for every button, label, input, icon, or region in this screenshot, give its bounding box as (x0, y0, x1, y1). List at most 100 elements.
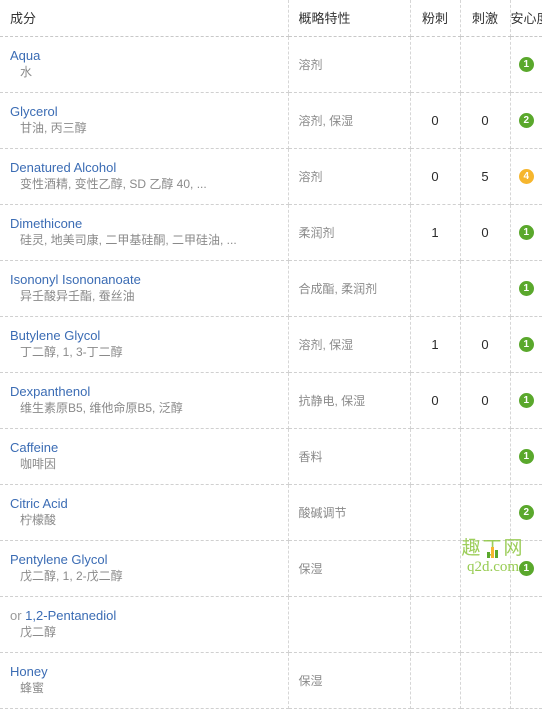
ingredient-name-en: Caffeine (10, 440, 59, 455)
ingredient-name-link[interactable]: Dexpanthenol (10, 383, 288, 400)
ingredient-name-en: Butylene Glycol (10, 328, 101, 343)
table-row: Dimethicone 硅灵, 地美司康, 二甲基硅酮, 二甲硅油, ... 柔润剂… (0, 204, 542, 261)
safety-rating-cell: 1 (510, 428, 542, 485)
ingredient-properties-cell: 保湿 (288, 540, 411, 597)
safety-rating-cell: 1 (510, 372, 542, 429)
table-header: 成分 概略特性 粉刺 刺激 安心度 (0, 0, 542, 37)
acne-rating-cell: 0 (410, 92, 461, 149)
ingredient-properties-cell: 合成酯, 柔润剂 (288, 260, 411, 317)
irritant-rating-cell: 0 (460, 372, 511, 429)
ingredient-name-cell: Denatured Alcohol 变性酒精, 变性乙醇, SD 乙醇 40, .… (0, 148, 289, 205)
irritant-rating-cell (460, 260, 511, 317)
safety-rating-cell: 4 (510, 148, 542, 205)
column-header-safety: 安心度 (510, 0, 542, 37)
irritant-rating-cell (460, 540, 511, 597)
table-row: Isononyl Isononanoate 异壬酸异壬酯, 蚕丝油 合成酯, 柔润剂… (0, 260, 542, 317)
ingredient-name-link[interactable]: Denatured Alcohol (10, 159, 288, 176)
table-row: or 1,2-Pentanediol 戊二醇 (0, 596, 542, 653)
safety-rating-cell: 1 (510, 260, 542, 317)
irritant-rating-cell (460, 484, 511, 541)
safety-rating-cell: 2 (510, 92, 542, 149)
table-row: Aqua 水 溶剂 1 (0, 36, 542, 93)
ingredient-name-link[interactable]: Dimethicone (10, 215, 288, 232)
ingredient-alias-prefix: or (10, 608, 26, 623)
ingredient-name-en: Dexpanthenol (10, 384, 91, 399)
ingredient-name-en: Isononyl Isononanoate (10, 272, 141, 287)
ingredient-name-en: Dimethicone (10, 216, 83, 231)
column-header-props: 概略特性 (288, 0, 411, 37)
ingredient-name-zh: 蜂蜜 (20, 681, 45, 695)
ingredient-name-zh: 水 (20, 65, 33, 79)
column-header-irritant: 刺激 (460, 0, 511, 37)
ingredient-properties-cell: 溶剂, 保湿 (288, 92, 411, 149)
ingredient-name-cell: Aqua 水 (0, 36, 289, 93)
irritant-rating-cell (460, 36, 511, 93)
acne-rating-cell (410, 36, 461, 93)
table-body: Aqua 水溶剂 1 Glycerol 甘油, 丙三醇 溶剂, 保湿 0 0 2 Denature… (0, 36, 542, 709)
safety-rating-cell (510, 596, 542, 653)
acne-rating-cell (410, 596, 461, 653)
ingredient-name-zh: 维生素原B5, 维他命原B5, 泛醇 (20, 401, 183, 415)
acne-rating-cell: 0 (410, 372, 461, 429)
ingredient-name-zh: 咖啡因 (20, 457, 57, 471)
ingredient-name-cell: Pentylene Glycol 戊二醇, 1, 2-戊二醇 (0, 540, 289, 597)
acne-rating-cell (410, 652, 461, 709)
ingredient-name-en: Honey (10, 664, 48, 679)
irritant-rating-cell (460, 652, 511, 709)
ingredient-name-link[interactable]: Butylene Glycol (10, 327, 288, 344)
safety-badge: 1 (518, 448, 534, 464)
ingredient-properties-cell (288, 596, 411, 653)
table-header-row: 成分 概略特性 粉刺 刺激 安心度 (0, 0, 542, 37)
irritant-rating-cell: 0 (460, 204, 511, 261)
ingredient-name-zh: 柠檬酸 (20, 513, 57, 527)
ingredient-name-cell: Dimethicone 硅灵, 地美司康, 二甲基硅酮, 二甲硅油, ... (0, 204, 289, 261)
acne-rating-cell: 1 (410, 316, 461, 373)
ingredient-properties-cell: 保湿 (288, 652, 411, 709)
safety-rating-cell: 2 (510, 484, 542, 541)
ingredient-name-en: Pentylene Glycol (10, 552, 108, 567)
safety-badge: 1 (518, 560, 534, 576)
safety-badge: 1 (518, 336, 534, 352)
ingredient-name-cell: Isononyl Isononanoate 异壬酸异壬酯, 蚕丝油 (0, 260, 289, 317)
ingredient-properties-cell: 溶剂 (288, 148, 411, 205)
ingredient-name-link[interactable]: Glycerol (10, 103, 288, 120)
ingredient-name-link[interactable]: or 1,2-Pentanediol (10, 607, 288, 624)
ingredient-name-zh: 甘油, 丙三醇 (20, 121, 87, 135)
safety-rating-cell: 1 (510, 204, 542, 261)
safety-rating-cell: 1 (510, 540, 542, 597)
safety-rating-cell (510, 652, 542, 709)
ingredient-name-link[interactable]: Pentylene Glycol (10, 551, 288, 568)
acne-rating-cell: 1 (410, 204, 461, 261)
ingredient-name-cell: Caffeine 咖啡因 (0, 428, 289, 485)
ingredient-name-link[interactable]: Isononyl Isononanoate (10, 271, 288, 288)
ingredient-properties-cell: 酸碱调节 (288, 484, 411, 541)
safety-rating-cell: 1 (510, 316, 542, 373)
ingredient-name-cell: Honey 蜂蜜 (0, 652, 289, 709)
ingredient-name-link[interactable]: Honey (10, 663, 288, 680)
ingredient-name-en: Denatured Alcohol (10, 160, 117, 175)
ingredient-name-zh: 变性酒精, 变性乙醇, SD 乙醇 40, ... (20, 177, 207, 191)
table-row: Pentylene Glycol 戊二醇, 1, 2-戊二醇 保湿 1 (0, 540, 542, 597)
safety-badge: 1 (518, 280, 534, 296)
ingredient-name-en: Citric Acid (10, 496, 68, 511)
safety-badge: 1 (518, 392, 534, 408)
table-row: Dexpanthenol 维生素原B5, 维他命原B5, 泛醇 抗静电, 保湿 0 0 1 (0, 372, 542, 429)
ingredient-name-link[interactable]: Citric Acid (10, 495, 288, 512)
ingredient-name-zh: 戊二醇, 1, 2-戊二醇 (20, 569, 123, 583)
table-row: Glycerol 甘油, 丙三醇 溶剂, 保湿 0 0 2 (0, 92, 542, 149)
acne-rating-cell (410, 540, 461, 597)
safety-badge: 4 (518, 168, 534, 184)
acne-rating-cell (410, 428, 461, 485)
ingredient-name-zh: 异壬酸异壬酯, 蚕丝油 (20, 289, 135, 303)
table-row: Citric Acid 柠檬酸 酸碱调节 2 (0, 484, 542, 541)
ingredient-name-en: Glycerol (10, 104, 58, 119)
ingredient-name-link[interactable]: Caffeine (10, 439, 288, 456)
ingredient-name-cell: or 1,2-Pentanediol 戊二醇 (0, 596, 289, 653)
safety-badge: 1 (518, 224, 534, 240)
ingredient-name-cell: Butylene Glycol 丁二醇, 1, 3-丁二醇 (0, 316, 289, 373)
ingredient-name-cell: Dexpanthenol 维生素原B5, 维他命原B5, 泛醇 (0, 372, 289, 429)
ingredient-properties-cell: 香料 (288, 428, 411, 485)
ingredient-properties-cell: 抗静电, 保湿 (288, 372, 411, 429)
irritant-rating-cell (460, 596, 511, 653)
ingredient-name-link[interactable]: Aqua (10, 47, 288, 64)
